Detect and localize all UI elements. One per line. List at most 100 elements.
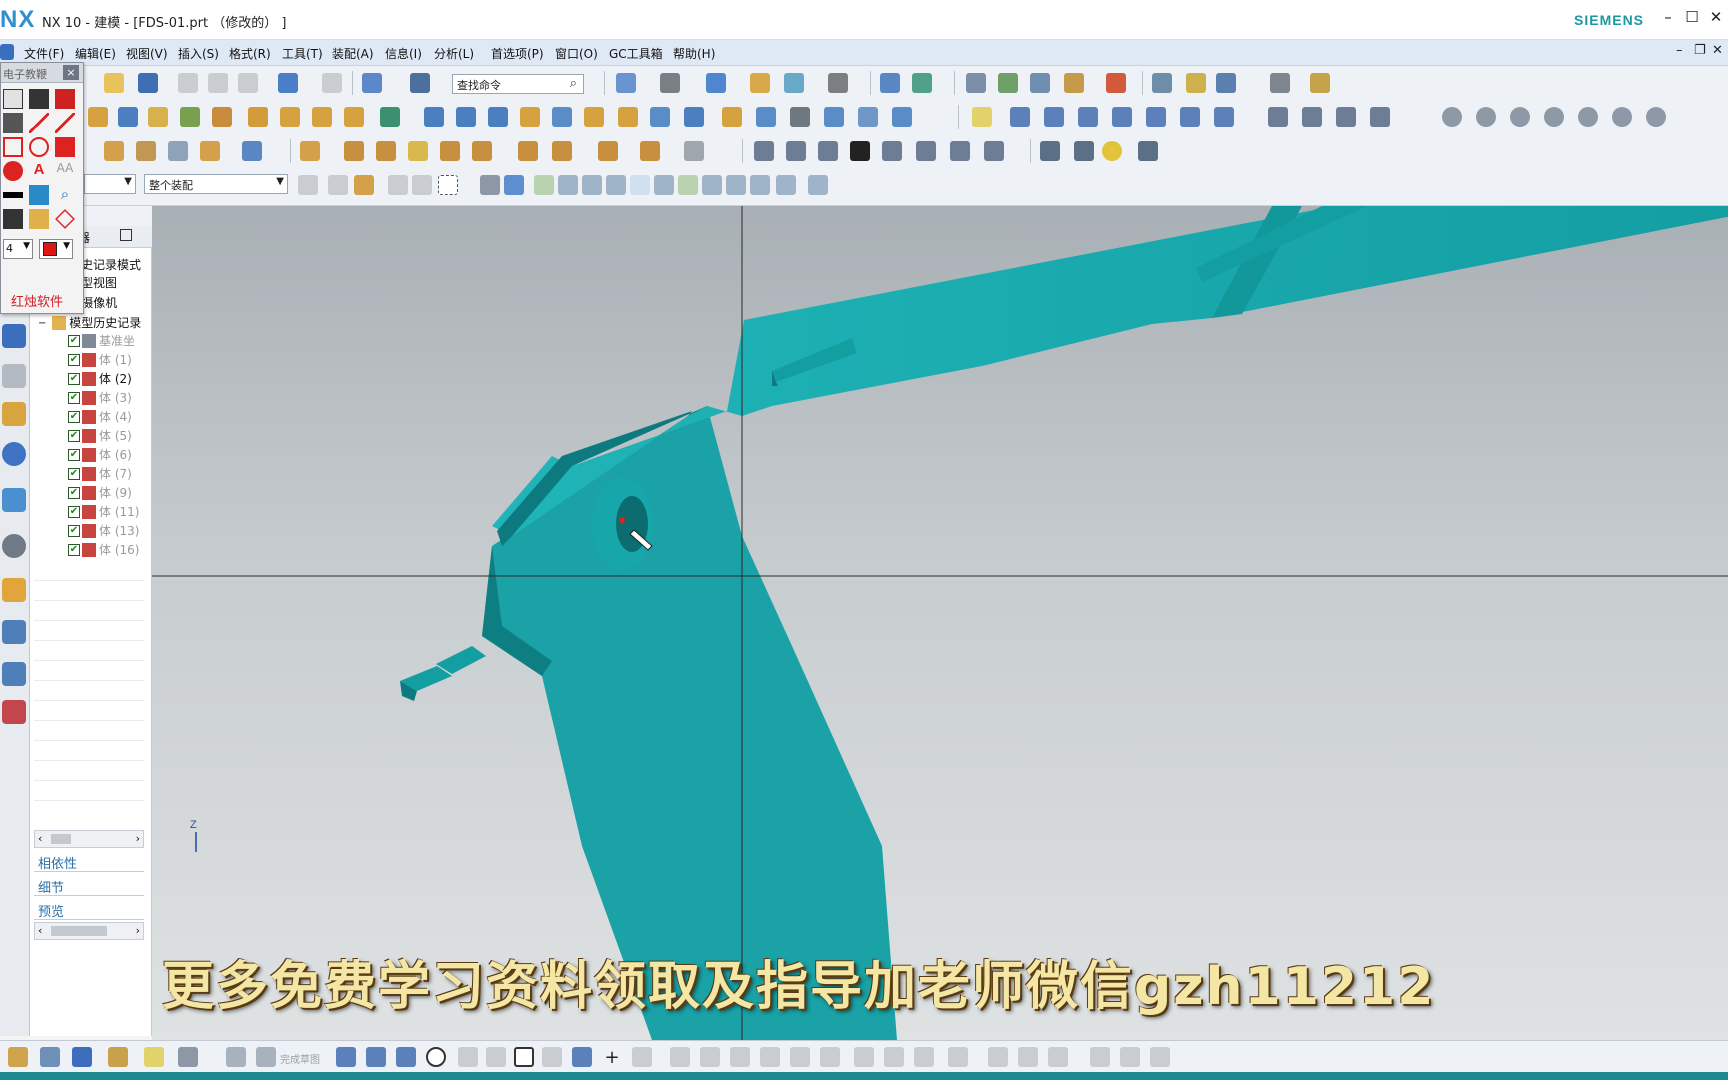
menu-tools[interactable]: 工具(T) [282, 45, 323, 62]
open-icon[interactable] [104, 73, 124, 93]
scroll-thumb[interactable] [51, 926, 107, 936]
show-hide-icon[interactable] [880, 73, 900, 93]
sketch-chamfer-icon[interactable] [486, 1047, 506, 1067]
tree-node-datum-csys[interactable]: ✔ 基准坐 [68, 332, 135, 352]
paste-icon[interactable] [238, 73, 258, 93]
spring-icon[interactable] [1040, 141, 1060, 161]
checkbox-icon[interactable]: ✔ [68, 429, 80, 442]
move-object-icon[interactable] [1216, 73, 1236, 93]
rectangle-select-icon[interactable] [438, 175, 458, 195]
type-filter-dropdown[interactable]: ▼ [84, 174, 136, 194]
dependencies-panel[interactable]: 相依性 [34, 850, 144, 872]
open-drawing-icon[interactable] [29, 209, 49, 229]
conic-icon[interactable] [1646, 107, 1666, 127]
snap-end-icon[interactable] [534, 175, 554, 195]
assembly-sequence-icon[interactable] [598, 141, 618, 161]
sketch-rectangle-icon[interactable] [514, 1047, 534, 1067]
thicken-icon[interactable] [650, 107, 670, 127]
sketch-curve-icon[interactable] [396, 1047, 416, 1067]
command-finder-icon[interactable] [410, 73, 430, 93]
solid-select-icon[interactable] [480, 175, 500, 195]
measure-icon[interactable] [1106, 73, 1126, 93]
datum-csys-icon[interactable] [1030, 73, 1050, 93]
sketch-circle-icon[interactable] [426, 1047, 446, 1067]
circle-3pt-icon[interactable] [1476, 107, 1496, 127]
surface-icon[interactable] [104, 141, 124, 161]
project-curve-icon[interactable] [1146, 107, 1166, 127]
part-navigator-icon[interactable] [2, 402, 26, 426]
emboss-icon[interactable] [756, 107, 776, 127]
sew-icon[interactable] [200, 141, 220, 161]
sketch-show-constraints-icon[interactable] [948, 1047, 968, 1067]
snap-mid-icon[interactable] [558, 175, 578, 195]
sketch-corner-icon[interactable] [730, 1047, 750, 1067]
doc-minimize-button[interactable]: – [1676, 43, 1683, 58]
datum-plane-icon[interactable] [966, 73, 986, 93]
checkbox-icon[interactable]: ✔ [68, 391, 80, 404]
eraser-icon[interactable] [3, 89, 23, 109]
search-icon[interactable]: ⌕ [570, 76, 577, 91]
bolt-icon[interactable] [1074, 141, 1094, 161]
sketch-point-icon[interactable]: + [602, 1047, 622, 1068]
sketch-fillet-icon[interactable] [458, 1047, 478, 1067]
sketch-animate-icon[interactable] [1090, 1047, 1110, 1067]
snap-tangent-icon[interactable] [808, 175, 828, 195]
wcs-icon[interactable] [912, 73, 932, 93]
snap-pole-icon[interactable] [776, 175, 796, 195]
copy-icon[interactable] [208, 73, 228, 93]
menu-preferences[interactable]: 首选项(P) [491, 45, 544, 62]
checkbox-icon[interactable]: ✔ [68, 467, 80, 480]
sketch-update-icon[interactable] [1150, 1047, 1170, 1067]
text-size-icon[interactable]: AA [55, 161, 75, 181]
point-icon[interactable] [1064, 73, 1084, 93]
chamfer-icon[interactable] [456, 107, 476, 127]
select-filter-icon[interactable] [362, 73, 382, 93]
scroll-left-icon[interactable]: ‹ [38, 832, 42, 845]
menu-gc-toolbox[interactable]: GC工具箱 [609, 45, 663, 62]
menu-insert[interactable]: 插入(S) [178, 45, 219, 62]
reuse-library-icon[interactable] [2, 442, 26, 466]
draft-icon[interactable] [520, 107, 540, 127]
line-icon[interactable] [1010, 107, 1030, 127]
clearance-icon[interactable] [640, 141, 660, 161]
snap-icon[interactable] [1152, 73, 1172, 93]
assembly-add-icon[interactable] [300, 141, 320, 161]
arrow-draw-icon[interactable] [55, 113, 75, 133]
arc-tool-icon[interactable] [786, 141, 806, 161]
sketch-intersection-icon[interactable] [820, 1047, 840, 1067]
menu-view[interactable]: 视图(V) [126, 45, 168, 62]
snap-curve-icon[interactable] [702, 175, 722, 195]
sketch-alternate-solution-icon[interactable] [988, 1047, 1008, 1067]
role-icon[interactable] [2, 700, 26, 724]
filled-rectangle-icon[interactable] [55, 137, 75, 157]
boolean-icon[interactable] [344, 107, 364, 127]
checkbox-icon[interactable]: ✔ [68, 505, 80, 518]
assembly-pattern-icon[interactable] [440, 141, 460, 161]
assembly-move-icon[interactable] [408, 141, 428, 161]
checkbox-icon[interactable]: ✔ [68, 372, 80, 385]
exploded-view-icon[interactable] [552, 141, 572, 161]
maximize-button[interactable]: ☐ [1682, 8, 1702, 30]
menu-window[interactable]: 窗口(O) [555, 45, 598, 62]
assembly-mirror-icon[interactable] [472, 141, 492, 161]
web-browser-icon[interactable] [2, 488, 26, 512]
trim-curve-icon[interactable] [1268, 107, 1288, 127]
close-button[interactable]: ✕ [1706, 8, 1726, 30]
fit-view-icon[interactable] [616, 73, 636, 93]
gear-icon[interactable] [1102, 141, 1122, 161]
sketch-delay-icon[interactable] [1120, 1047, 1140, 1067]
cone-icon[interactable] [180, 107, 200, 127]
patch-icon[interactable] [242, 141, 262, 161]
sketch-ellipse-icon[interactable] [632, 1047, 652, 1067]
scroll-right-icon[interactable]: › [136, 924, 140, 937]
select-body-icon[interactable] [354, 175, 374, 195]
sketch-arc-icon[interactable] [366, 1047, 386, 1067]
zoom-icon[interactable]: ⌕ [55, 185, 75, 205]
sketch-relations-icon[interactable] [1048, 1047, 1068, 1067]
palette-close-button[interactable]: × [63, 65, 79, 80]
tree-node-body[interactable]: ✔ 体 (5) [68, 427, 132, 447]
block-icon[interactable] [118, 107, 138, 127]
move-face-icon[interactable] [892, 107, 912, 127]
maximize-panel-icon[interactable] [120, 229, 132, 241]
circle-icon[interactable] [1442, 107, 1462, 127]
